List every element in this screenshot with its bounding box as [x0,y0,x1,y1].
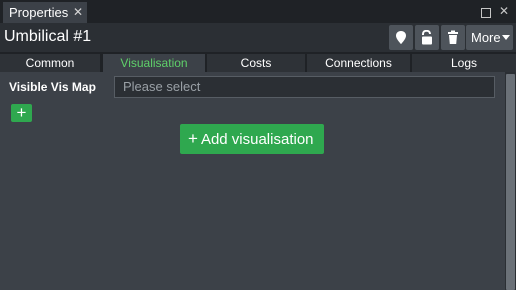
panel-tab-strip: Properties ✕ ✕ [0,0,516,23]
caret-down-icon [502,35,510,40]
tab-costs[interactable]: Costs [207,54,305,72]
more-button[interactable]: More [466,25,513,50]
scrollbar-thumb[interactable] [506,74,515,290]
page-title: Umbilical #1 [4,28,92,45]
vertical-scrollbar[interactable] [505,72,516,290]
restore-icon[interactable] [481,8,491,18]
add-visualisation-button[interactable]: + Add visualisation [180,124,324,154]
visible-vis-map-label: Visible Vis Map [9,80,96,94]
trash-icon [448,30,458,44]
tab-logs[interactable]: Logs [412,54,516,72]
delete-button[interactable] [441,25,465,50]
tab-common[interactable]: Common [0,54,100,72]
panel-tab-properties[interactable]: Properties ✕ [3,2,87,23]
unlock-icon [422,30,432,45]
map-pin-icon [396,31,406,44]
tab-visualisation[interactable]: Visualisation [103,54,205,72]
add-visualisation-label: Add visualisation [200,131,314,148]
properties-tabs: Common Visualisation Costs Connections L… [0,52,516,72]
lock-button[interactable] [415,25,439,50]
panel-tab-label: Properties [9,5,69,20]
tab-connections[interactable]: Connections [307,54,410,72]
locate-button[interactable] [389,25,413,50]
panel-tab-close-icon[interactable]: ✕ [71,2,85,23]
plus-icon: + [188,129,198,148]
window-close-icon[interactable]: ✕ [498,5,510,17]
add-vis-map-button[interactable]: + [11,104,32,122]
more-button-label: More [471,30,501,45]
visible-vis-map-select[interactable]: Please select [114,76,495,98]
plus-icon: + [16,103,27,122]
